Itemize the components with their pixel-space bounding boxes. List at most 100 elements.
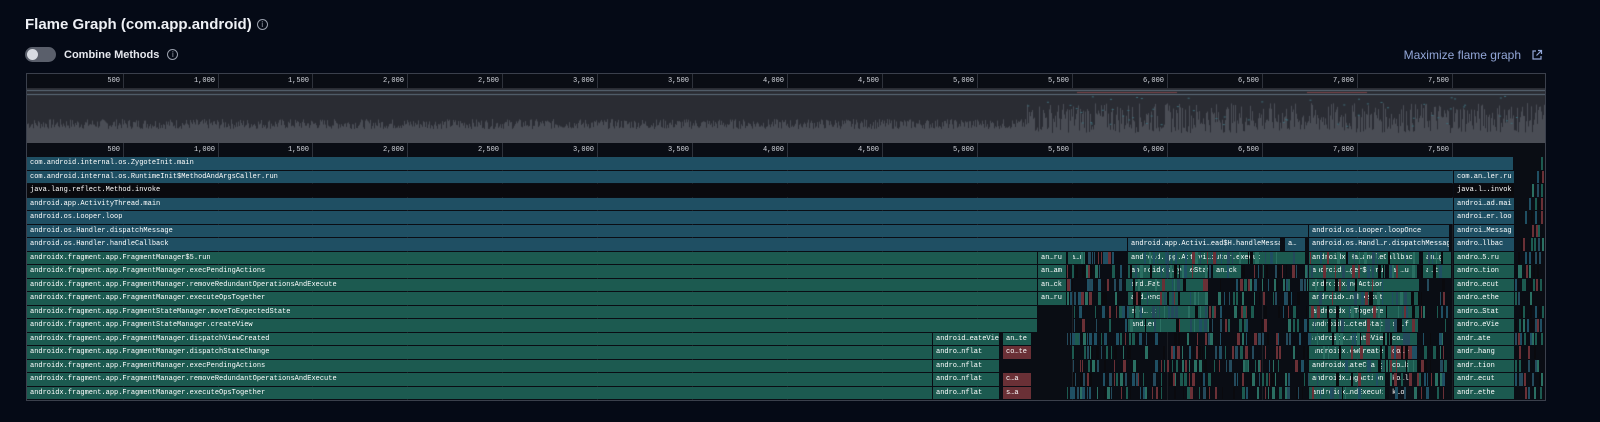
flame-frame[interactable]	[1336, 319, 1338, 332]
flame-frame[interactable]	[1390, 332, 1392, 345]
flame-frame[interactable]	[1104, 386, 1106, 399]
flame-frame[interactable]	[1367, 265, 1370, 278]
flame-frame[interactable]	[1254, 332, 1257, 345]
flame-frame[interactable]	[1268, 386, 1269, 399]
flame-frame[interactable]	[1534, 238, 1536, 251]
flame-frame[interactable]	[1125, 332, 1126, 345]
flame-frame[interactable]	[1135, 265, 1137, 278]
flame-frame[interactable]	[1116, 373, 1118, 386]
flame-frame[interactable]	[1421, 386, 1422, 399]
flame-frame[interactable]	[1304, 373, 1305, 386]
flame-frame[interactable]	[1358, 386, 1361, 399]
flame-frame[interactable]	[1293, 346, 1295, 359]
flame-frame[interactable]	[1202, 346, 1203, 359]
flame-frame[interactable]	[1164, 359, 1165, 372]
flame-frame[interactable]	[1299, 332, 1301, 345]
flame-frame[interactable]: andr…ethe	[1454, 386, 1514, 399]
flame-frame[interactable]	[1182, 359, 1184, 372]
flame-frame[interactable]	[1532, 224, 1534, 237]
flame-frame[interactable]	[1528, 386, 1530, 399]
flame-frame[interactable]	[1377, 292, 1380, 305]
flame-frame[interactable]	[1277, 265, 1280, 278]
flame-frame[interactable]	[1442, 332, 1443, 345]
flame-frame[interactable]	[1339, 319, 1340, 332]
flame-frame[interactable]	[1239, 251, 1241, 264]
flame-frame[interactable]	[1533, 278, 1535, 291]
flame-frame[interactable]	[1160, 292, 1162, 305]
flame-frame[interactable]	[1525, 211, 1527, 224]
flame-frame[interactable]	[1536, 278, 1538, 291]
flame-frame[interactable]	[1089, 386, 1091, 399]
flame-frame[interactable]	[1308, 373, 1309, 386]
flame-frame[interactable]	[1176, 359, 1178, 372]
flame-frame[interactable]	[1319, 278, 1320, 291]
flame-frame[interactable]	[1129, 346, 1131, 359]
flame-frame[interactable]	[1252, 373, 1255, 386]
flame-frame[interactable]	[1084, 251, 1085, 264]
flame-frame[interactable]	[1283, 305, 1284, 318]
flame-frame[interactable]	[1529, 265, 1531, 278]
flame-frame[interactable]	[1101, 346, 1102, 359]
flame-frame[interactable]	[1541, 184, 1543, 197]
flame-frame[interactable]	[1234, 305, 1237, 318]
flame-frame[interactable]	[1404, 386, 1406, 399]
flame-frame[interactable]	[1524, 332, 1526, 345]
flame-frame[interactable]	[1443, 346, 1444, 359]
flame-frame[interactable]	[1542, 238, 1544, 251]
flame-frame[interactable]	[1070, 292, 1072, 305]
flame-frame[interactable]	[1315, 278, 1317, 291]
flame-frame[interactable]	[1206, 278, 1208, 291]
flame-frame[interactable]	[1098, 278, 1101, 291]
flame-frame[interactable]	[1296, 265, 1297, 278]
flame-frame[interactable]	[1436, 251, 1437, 264]
flame-frame[interactable]	[1518, 251, 1520, 264]
flame-frame[interactable]	[1187, 332, 1189, 345]
flame-frame[interactable]	[1193, 346, 1194, 359]
flame-frame[interactable]	[1538, 238, 1540, 251]
flame-frame[interactable]	[1244, 278, 1247, 291]
flame-frame[interactable]	[1437, 305, 1438, 318]
flame-frame[interactable]	[1200, 305, 1201, 318]
flame-frame[interactable]	[1323, 265, 1326, 278]
flame-frame[interactable]	[1255, 359, 1256, 372]
flame-frame[interactable]	[1418, 359, 1420, 372]
flame-frame[interactable]	[1211, 251, 1212, 264]
flame-frame[interactable]	[1195, 305, 1198, 318]
flame-frame[interactable]	[1083, 373, 1085, 386]
flame-frame[interactable]	[1185, 251, 1187, 264]
flame-frame[interactable]	[1233, 386, 1235, 399]
flame-frame[interactable]	[1214, 305, 1216, 318]
flame-frame[interactable]	[1332, 332, 1334, 345]
flame-frame[interactable]	[1528, 359, 1530, 372]
flame-frame[interactable]	[1138, 278, 1140, 291]
flame-frame[interactable]	[1067, 265, 1068, 278]
flame-frame[interactable]	[1443, 386, 1444, 399]
flame-frame[interactable]	[1146, 265, 1148, 278]
flame-frame[interactable]	[1102, 305, 1105, 318]
flame-frame[interactable]	[1092, 278, 1093, 291]
flame-frame[interactable]	[1171, 251, 1172, 264]
flame-frame[interactable]	[1228, 319, 1230, 332]
flame-frame[interactable]: com.android.internal.os.RuntimeInit$Meth…	[27, 170, 1453, 183]
flame-frame[interactable]	[1396, 292, 1398, 305]
flame-frame[interactable]	[1088, 251, 1091, 264]
flame-frame[interactable]	[1215, 386, 1217, 399]
flame-frame[interactable]	[1074, 346, 1075, 359]
flame-frame[interactable]	[1515, 359, 1517, 372]
flame-frame[interactable]	[1288, 278, 1290, 291]
flame-frame[interactable]	[1264, 305, 1267, 318]
flame-frame[interactable]	[1541, 373, 1543, 386]
flame-frame[interactable]	[1089, 292, 1092, 305]
flame-frame[interactable]	[1412, 265, 1415, 278]
flame-frame[interactable]	[1104, 332, 1107, 345]
flame-frame[interactable]: an…ru	[1038, 292, 1066, 305]
flame-frame[interactable]	[1327, 251, 1329, 264]
flame-frame[interactable]	[1220, 332, 1221, 345]
flame-frame[interactable]	[1537, 184, 1539, 197]
flame-frame[interactable]	[1526, 265, 1528, 278]
flame-frame[interactable]	[1541, 157, 1543, 170]
flame-frame[interactable]	[1336, 373, 1339, 386]
flame-frame[interactable]	[1276, 251, 1277, 264]
flame-frame[interactable]	[1098, 251, 1099, 264]
flame-frame[interactable]	[1095, 305, 1096, 318]
